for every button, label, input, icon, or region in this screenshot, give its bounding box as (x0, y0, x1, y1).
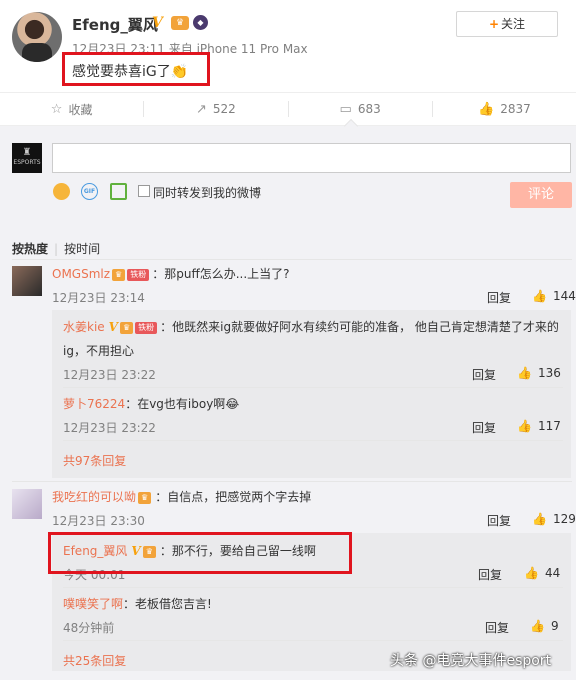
team-badge-icon: ◆ (193, 15, 208, 30)
crown-icon: ♛ (138, 492, 152, 504)
crown-icon: ♛ (112, 269, 126, 281)
image-icon[interactable] (110, 183, 127, 200)
comment-text: ：那puff怎么办...上当了? (152, 267, 290, 281)
repost-icon: ↗ (195, 101, 207, 117)
reply-button[interactable]: 回复 (478, 566, 502, 583)
follow-label: 关注 (501, 17, 526, 31)
comment-input[interactable] (52, 143, 571, 173)
star-icon: ☆ (50, 101, 63, 117)
like-count: 44 (544, 566, 561, 580)
divider (63, 440, 563, 441)
sort-time-tab[interactable]: 按时间 (64, 242, 100, 256)
like-count: 136 (537, 366, 561, 380)
divider (12, 481, 572, 482)
crown-icon: ♛ (119, 322, 134, 334)
comment-icon: ▭ (339, 101, 352, 117)
plus-icon: + (488, 17, 500, 31)
comment-count: 683 (357, 102, 381, 116)
comment-text: ：自信点，把感觉两个字去掉 (155, 490, 312, 504)
more-replies-link[interactable]: 共25条回复 (63, 652, 126, 669)
thumb-up-icon: 👍 (478, 101, 495, 117)
commenter-name[interactable]: 我吃红的可以呦 (52, 490, 136, 504)
thumb-up-icon: 👍 (524, 566, 539, 580)
favorite-button[interactable]: ☆ 收藏 (0, 93, 143, 125)
author-avatar[interactable] (12, 12, 62, 62)
divider (63, 387, 563, 388)
reply-text: ：老板借您吉言! (123, 597, 212, 611)
divider: | (54, 242, 59, 256)
like-button[interactable]: 👍 2837 (433, 93, 576, 125)
reply-button[interactable]: 回复 (472, 366, 496, 383)
author-name[interactable]: Efeng_翼风 (72, 14, 158, 35)
reply-time: 12月23日 23:22 (63, 368, 156, 382)
repost-count: 522 (212, 102, 236, 116)
member-badge-icon: ♛ (171, 16, 189, 30)
fan-badge: 铁粉 (135, 322, 158, 334)
follow-button[interactable]: + 关注 (456, 11, 558, 37)
reply-button[interactable]: 回复 (472, 419, 496, 436)
repost-label: 同时转发到我的微博 (153, 186, 262, 200)
thumb-up-icon: 👍 (532, 512, 547, 526)
reply-text: ：在vg也有iboy啊😂 (125, 397, 240, 411)
like-count: 2837 (500, 102, 531, 116)
my-avatar: ♜ ESPORTS (12, 143, 42, 173)
reply-button[interactable]: 回复 (487, 512, 511, 529)
submit-comment-button[interactable]: 评论 (510, 182, 572, 208)
reply-name[interactable]: 萝卜76224 (63, 397, 125, 411)
like-button[interactable]: 👍 136 (517, 366, 561, 380)
highlight-box-post (62, 52, 210, 86)
emoji-icon[interactable] (53, 183, 70, 200)
divider (12, 259, 572, 260)
reply-text: ：他既然来ig就要做好阿水有续约可能的准备， 他自己肯定想清楚了才来的 (160, 320, 559, 334)
like-button[interactable]: 👍 117 (517, 419, 561, 433)
like-button[interactable]: 👍 9 (530, 619, 559, 633)
verified-icon: V (152, 15, 163, 31)
reply-time: 12月23日 23:22 (63, 421, 156, 435)
divider (63, 640, 563, 641)
comment-button[interactable]: ▭ 683 (289, 93, 432, 125)
like-button[interactable]: 👍 144 (532, 289, 576, 303)
action-bar: ☆ 收藏 ↗ 522 ▭ 683 👍 2837 (0, 92, 576, 126)
reply-button[interactable]: 回复 (485, 619, 509, 636)
reply-line: ig，不用担心 (63, 344, 134, 358)
commenter-avatar[interactable] (12, 266, 42, 296)
comment-line: 我吃红的可以呦 ♛ ：自信点，把感觉两个字去掉 (52, 489, 311, 505)
like-button[interactable]: 👍 44 (524, 566, 560, 580)
like-count: 129 (552, 512, 576, 526)
reply-box (52, 310, 571, 478)
reply-line: 水姜kie V ♛ 铁粉 ：他既然来ig就要做好阿水有续约可能的准备， 他自己肯定想清楚… (63, 319, 559, 335)
highlight-box-reply (48, 532, 352, 574)
reply-name[interactable]: 噗噗笑了啊 (63, 597, 123, 611)
watermark: 头条 @电竞大事件esport (390, 653, 552, 669)
thumb-up-icon: 👍 (530, 619, 545, 633)
thumb-up-icon: 👍 (532, 289, 547, 303)
divider (63, 587, 563, 588)
reply-time: 48分钟前 (63, 621, 115, 635)
favorite-label: 收藏 (68, 102, 93, 117)
repost-button[interactable]: ↗ 522 (144, 93, 287, 125)
thumb-up-icon: 👍 (517, 366, 532, 380)
verified-icon: V (108, 320, 118, 334)
like-count: 117 (537, 419, 561, 433)
fan-badge: 铁粉 (127, 269, 150, 281)
avatar-text: ESPORTS (13, 159, 41, 166)
commenter-avatar[interactable] (12, 489, 42, 519)
reply-name[interactable]: 水姜kie (63, 320, 105, 334)
like-button[interactable]: 👍 129 (532, 512, 576, 526)
thumb-up-icon: 👍 (517, 419, 532, 433)
reply-button[interactable]: 回复 (487, 289, 511, 306)
like-count: 9 (550, 619, 559, 633)
more-replies-link[interactable]: 共97条回复 (63, 452, 126, 469)
reply-line: 噗噗笑了啊：老板借您吉言! (63, 596, 212, 612)
gif-icon[interactable]: GIF (81, 183, 98, 200)
sort-bar: 按热度 | 按时间 (12, 240, 100, 257)
comment-time: 12月23日 23:30 (52, 514, 145, 528)
repost-checkbox[interactable] (138, 185, 150, 197)
sort-hot-tab[interactable]: 按热度 (12, 242, 48, 256)
comment-time: 12月23日 23:14 (52, 291, 145, 305)
comment-line: OMGSmlz ♛ 铁粉 ：那puff怎么办...上当了? (52, 266, 290, 282)
commenter-name[interactable]: OMGSmlz (52, 267, 110, 281)
like-count: 144 (552, 289, 576, 303)
reply-line: 萝卜76224：在vg也有iboy啊😂 (63, 396, 239, 412)
